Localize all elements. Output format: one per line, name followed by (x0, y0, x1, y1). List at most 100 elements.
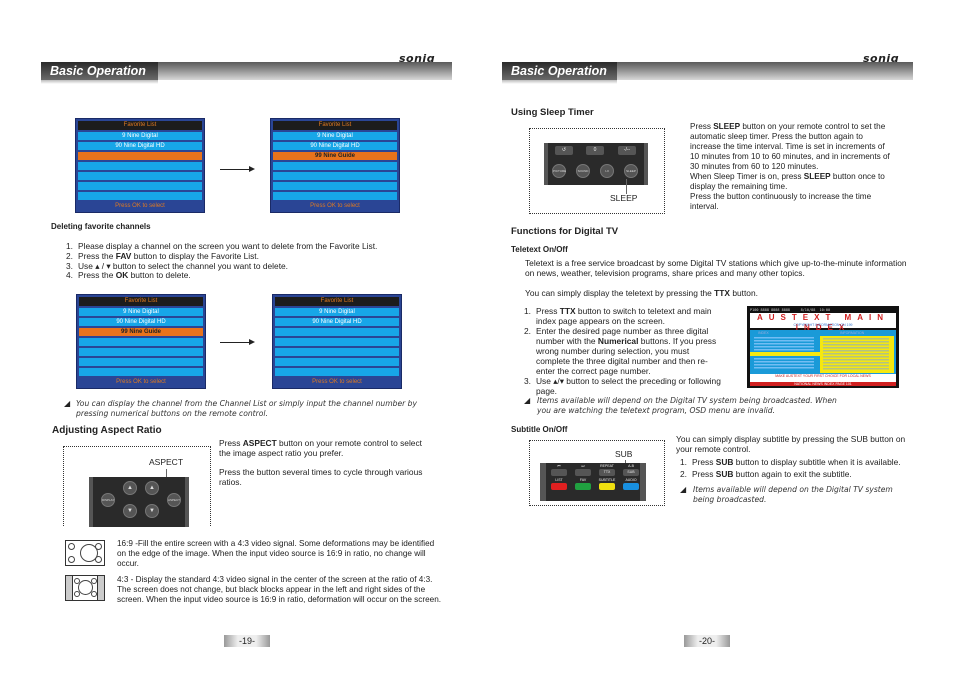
menu-row (78, 172, 202, 180)
menu-row: 90 Nine Digital HD (79, 318, 203, 326)
zero-button: 0 (586, 146, 604, 155)
menu-row (273, 182, 397, 190)
menu-row: 99 Nine Guide (79, 328, 203, 336)
menu-footer: Press OK to select (115, 203, 165, 209)
menu-row: 9 Nine Digital (78, 132, 202, 140)
remote-control: ⏮ LIST ⏭ FAV REPEAT TTX SUBTITLE A-B SUB AUDIO (540, 463, 646, 501)
callout-line (626, 179, 627, 194)
text-bold: TTX (559, 306, 576, 316)
subtitle-steps: 1. Press SUB button to display subtitle w… (680, 456, 910, 480)
subtitle-intro: You can simply display subtitle by press… (676, 434, 906, 454)
color-button (623, 483, 639, 490)
aspect-remote-figure: ASPECT DISPLAY ▲ ▼ ▲ ▼ ASPECT (63, 446, 211, 527)
text-bold: OK (115, 270, 129, 281)
step-number: 1. (680, 457, 687, 467)
paragraph: Press the button continuously to increas… (690, 192, 890, 212)
sub-callout: SUB (615, 449, 633, 459)
menu-row: 90 Nine Digital HD (78, 142, 202, 150)
menu-row (79, 368, 203, 376)
ratio-4-3-text: 4:3 - Display the standard 4:3 video sig… (117, 575, 442, 604)
ttx-bottom-line: MAKE AUSTEXT YOUR FIRST CHOICE FOR LOCAL… (750, 374, 896, 382)
menu-row: 90 Nine Digital HD (273, 142, 397, 150)
menu-footer: Press OK to select (310, 203, 360, 209)
color-button (575, 483, 591, 490)
remote-label: SUBTITLE (598, 478, 616, 482)
section-title-right: Basic Operation (502, 62, 617, 80)
menu-footer: Press OK to select (116, 379, 166, 385)
ttx-col-right: INFORMATION (840, 331, 865, 335)
menu-row (78, 182, 202, 190)
step-number: 4. (66, 270, 73, 281)
remote-label: ⏮ (557, 464, 561, 468)
text: Press (219, 438, 243, 448)
menu-row: 99 Nine Guide (273, 152, 397, 160)
step-item: 2. Enter the desired page number as three… (524, 326, 724, 376)
note-arrow-icon: ◢ (680, 485, 687, 494)
subtitle-remote-figure: SUB ⏮ LIST ⏭ FAV REPEAT TTX SUBTITLE A-B SUB AUDI… (529, 440, 665, 506)
remote-control: ↺ 0 -/-- PICTURE SOUND I-II SLEEP (544, 143, 648, 185)
text: Press (690, 122, 714, 131)
menu-title: Favorite List (78, 121, 202, 130)
step-item: 1. Press SUB button to display subtitle w… (680, 456, 910, 468)
menu-title: Favorite List (275, 297, 399, 306)
text: Please display a channel on the screen y… (78, 241, 378, 251)
remote-button (551, 469, 567, 476)
step-number: 1. (524, 306, 531, 316)
text-bold: SLEEP (713, 122, 741, 131)
remote-label: AUDIO (625, 478, 637, 482)
remote-button: SUB (623, 469, 639, 476)
step-item: 4. Press the OK button to delete. (66, 270, 446, 281)
page-number-right: -20- (684, 635, 730, 647)
remote-label: A-B (628, 464, 634, 468)
ttx-col-left: INDEX (758, 331, 769, 335)
note-arrow-icon: ◢ (524, 396, 531, 405)
text: You can simply display the teletext by p… (525, 288, 715, 298)
menu-row: 9 Nine Digital (273, 132, 397, 140)
paragraph: When Sleep Timer is on, press SLEEP butt… (690, 172, 890, 192)
teletext-note: Items available will depend on the Digit… (537, 396, 837, 415)
text-bold: Numerical (597, 336, 639, 346)
arrow-icon (220, 166, 255, 172)
text: Press (692, 457, 716, 467)
note-arrow-icon: ◢ (64, 399, 71, 408)
remote-button (575, 469, 591, 476)
ch-down-button: ▼ (145, 504, 159, 518)
menu-row (78, 162, 202, 170)
ttx-main: INDEX INFORMATION (750, 330, 896, 374)
teletext-ttx-line: You can simply display the teletext by p… (525, 288, 905, 298)
menu-row: 9 Nine Digital (275, 308, 399, 316)
step-number: 2. (524, 326, 531, 336)
menu-row: 90 Nine Digital HD (275, 318, 399, 326)
header-shadow (502, 80, 617, 84)
step-item: 3. Use ▴/▾ button to select the preceding… (524, 376, 724, 396)
channel-note: You can display the channel from the Cha… (76, 399, 417, 418)
text: Press (536, 306, 560, 316)
ttx-index-lines (754, 337, 814, 351)
subtitle-heading: Subtitle On/Off (511, 425, 568, 434)
menu-row (273, 162, 397, 170)
text: button to display subtitle when it is av… (733, 457, 901, 467)
menu-row (275, 328, 399, 336)
header-bar-left (158, 62, 452, 80)
ttx-index-lines (754, 358, 814, 370)
favorite-list-menu-delete-after: Favorite List 9 Nine Digital 90 Nine Digit… (272, 294, 402, 389)
menu-title: Favorite List (273, 121, 397, 130)
menu-row (78, 152, 202, 160)
text: Press the (78, 250, 116, 261)
ratio-4-3-icon (65, 575, 105, 601)
sleep-heading: Using Sleep Timer (511, 107, 594, 118)
paragraph: Press SLEEP button on your remote contro… (690, 122, 890, 172)
aspect-callout: ASPECT (149, 457, 184, 467)
text: Press the button continuously to increas… (690, 192, 872, 211)
step-number: 3. (524, 376, 531, 386)
sleep-button: SLEEP (624, 164, 638, 178)
aspect-para-1: Press ASPECT button on your remote contr… (219, 438, 434, 458)
teletext-screen: P100 8888 8888 8888 8/10/88 10:00 AUSTEX… (747, 306, 899, 388)
menu-row (275, 338, 399, 346)
recall-button: ↺ (555, 146, 573, 155)
header-shadow (41, 80, 158, 84)
text: Use ▴/▾ button to select the preceding o… (536, 376, 721, 396)
header-bar-right (617, 62, 913, 80)
remote-label: LIST (555, 478, 563, 482)
text: button to display the Favorite List. (131, 250, 259, 261)
